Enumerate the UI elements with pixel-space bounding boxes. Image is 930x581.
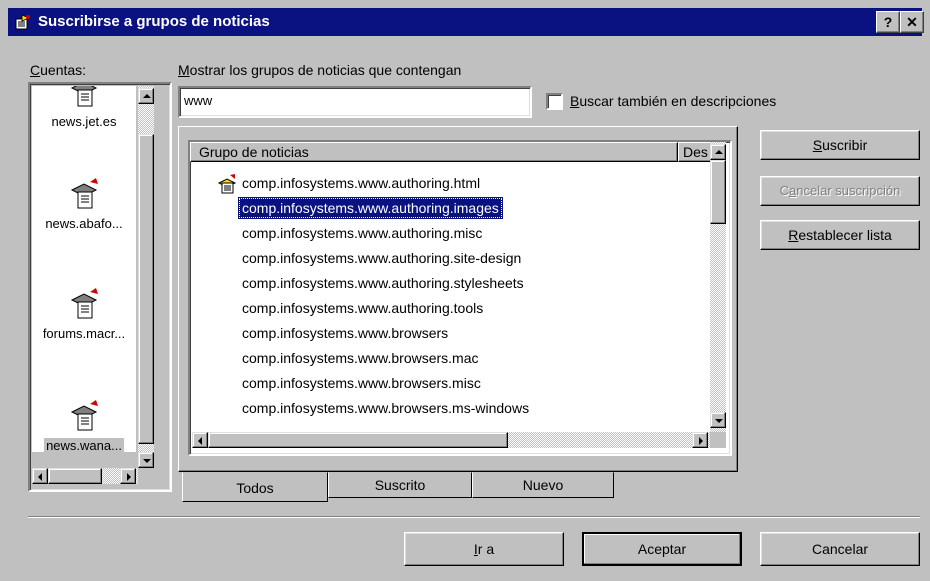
reset-list-button[interactable]: Restablecer lista [760,220,920,250]
arrow-left-icon [38,473,42,481]
unsubscribe-button[interactable]: Cancelar suscripción [760,176,920,206]
scroll-down-button[interactable] [138,452,154,468]
scroll-thumb[interactable] [710,160,726,224]
scroll-up-button[interactable] [710,144,726,160]
arrow-right-icon [127,473,131,481]
newsgroup-row[interactable]: comp.infosystems.www.authoring.site-desi… [242,247,521,269]
search-descriptions-checkbox[interactable] [546,93,563,110]
tab-nuevo[interactable]: Nuevo [472,472,614,498]
account-label: news.abafo... [45,216,123,231]
scroll-down-button[interactable] [710,412,726,428]
newsgroup-row[interactable]: comp.infosystems.www.browsers [242,322,448,344]
newsgroup-row-selected[interactable]: comp.infosystems.www.authoring.images [238,197,503,219]
dialog-window: Suscribirse a grupos de noticias ? ✕ Cue… [0,0,930,581]
scroll-right-button[interactable] [692,432,708,448]
newsgroup-app-icon [15,14,31,30]
scroll-corner [710,432,726,448]
arrow-up-icon [715,150,723,154]
account-item[interactable]: forums.macr... [32,286,136,341]
subscribed-newsgroup-icon [217,174,237,194]
scroll-up-button[interactable] [138,88,154,104]
newsgroup-list[interactable]: Grupo de noticias Des comp.infosystems.w… [188,140,732,456]
newsgroup-row[interactable]: comp.infosystems.www.authoring.styleshee… [242,272,524,294]
column-header-group[interactable]: Grupo de noticias [190,142,678,162]
scroll-left-button[interactable] [32,468,48,484]
scroll-thumb[interactable] [48,468,102,484]
filter-input-frame [178,86,532,118]
newsgroup-row[interactable]: comp.infosystems.www.browsers.misc [242,372,481,394]
newsgroup-row[interactable]: comp.infosystems.www.authoring.misc [242,222,482,244]
newsgroup-row[interactable]: comp.infosystems.www.authoring.html [242,172,480,194]
search-descriptions-label[interactable]: Buscar también en descripciones [570,93,776,109]
newsgroup-row[interactable]: comp.infosystems.www.browsers.ms-windows [242,397,529,419]
title-bar[interactable]: Suscribirse a grupos de noticias ? ✕ [8,8,924,36]
accounts-label: Cuentas: [30,62,87,78]
tab-suscrito[interactable]: Suscrito [328,472,472,498]
scroll-thumb[interactable] [208,432,508,448]
newsgroup-row[interactable]: comp.infosystems.www.authoring.tools [242,297,483,319]
account-label: forums.macr... [42,326,126,341]
news-server-icon [70,288,98,319]
subscribe-button[interactable]: Suscribir [760,130,920,160]
account-label: news.jet.es [51,114,117,129]
scroll-left-button[interactable] [192,432,208,448]
ok-button[interactable]: Aceptar [582,532,742,566]
news-server-icon [70,178,98,209]
account-item[interactable]: news.jet.es [32,86,136,129]
tab-todos[interactable]: Todos [182,472,328,502]
arrow-down-icon [715,419,723,423]
cancel-button[interactable]: Cancelar [760,532,920,566]
scroll-thumb[interactable] [138,134,154,444]
newsgroup-row[interactable]: comp.infosystems.www.browsers.mac [242,347,479,369]
filter-input[interactable] [182,91,526,109]
arrow-down-icon [143,459,151,463]
separator [28,516,920,518]
account-item[interactable]: news.abafo... [32,176,136,231]
account-label: news.wana... [44,438,124,452]
help-button[interactable]: ? [876,11,900,33]
news-server-icon [70,400,98,431]
account-item-selected[interactable]: news.wana... [32,398,136,452]
goto-button[interactable]: Ir a [404,532,564,566]
accounts-list[interactable]: news.jet.es news.abafo... forums.macr...… [28,82,172,492]
close-button[interactable]: ✕ [900,11,924,33]
scroll-right-button[interactable] [120,468,136,484]
arrow-right-icon [699,437,703,445]
arrow-up-icon [143,94,151,98]
filter-label: Mostrar los grupos de noticias que conte… [178,62,462,78]
column-header-description[interactable]: Des [678,142,714,162]
window-title: Suscribirse a grupos de noticias [38,13,270,30]
arrow-left-icon [198,437,202,445]
news-server-icon [70,86,98,107]
